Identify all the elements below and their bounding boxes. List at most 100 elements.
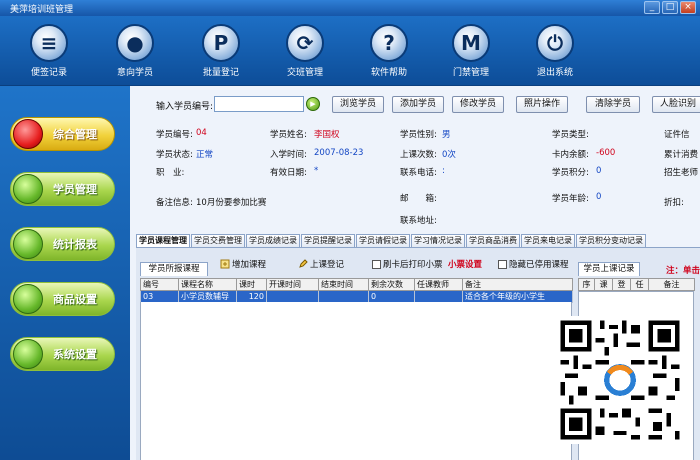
edit-student-button[interactable]: 修改学员 — [452, 96, 504, 113]
add-course-button[interactable]: 增加课程 — [220, 258, 266, 270]
toolbar-label: 交班管理 — [286, 68, 323, 78]
tab-calls[interactable]: 学员来电记录 — [521, 234, 575, 247]
column-header[interactable]: 课 — [594, 278, 613, 291]
toolbar-access-button[interactable]: M 门禁管理 — [436, 24, 506, 78]
sidebar-item-reports[interactable]: 统计报表 — [10, 227, 115, 261]
toolbar-prospects-button[interactable]: ● 意向学员 — [100, 24, 170, 78]
info-label: 折扣: — [664, 198, 684, 208]
column-header[interactable]: 开课时间 — [266, 278, 319, 291]
info-label: 上课次数: — [400, 150, 437, 160]
close-button[interactable]: × — [680, 1, 696, 14]
info-label: 证件信 — [664, 130, 690, 140]
minimize-button[interactable]: _ — [644, 1, 660, 14]
enroll-date-value: 2007-08-23 — [314, 148, 364, 158]
receipt-settings-link[interactable]: 小票设置 — [448, 258, 482, 270]
print-receipt-checkbox[interactable]: 刷卡后打印小票 — [372, 258, 443, 270]
tab-points[interactable]: 学员积分变动记录 — [576, 234, 646, 247]
phone-value: : — [442, 166, 445, 176]
search-go-icon[interactable]: ▶ — [306, 97, 320, 111]
p-letter-icon: P — [202, 24, 240, 62]
toolbar-label: 退出系统 — [536, 68, 573, 78]
column-header[interactable]: 剩余次数 — [368, 278, 415, 291]
info-label: 学员年龄: — [552, 194, 589, 204]
attendance-note: 注：单击 — [666, 266, 700, 276]
search-label: 输入学员编号: — [156, 102, 214, 112]
add-student-button[interactable]: 添加学员 — [392, 96, 444, 113]
table-header: 编号 课程名称 课时 开课时间 结束时间 剩余次数 任课教师 备注 — [140, 278, 573, 291]
tab-study[interactable]: 学习情况记录 — [411, 234, 465, 247]
search-bar: 输入学员编号: ▶ 浏览学员 添加学员 修改学员 照片操作 清除学员 人脸识别 — [130, 94, 700, 116]
info-label: 累计消费 — [664, 150, 699, 160]
status-value: 正常 — [196, 150, 214, 160]
table-cell: 03 — [140, 290, 179, 303]
sidebar-item-label: 商品设置 — [53, 293, 97, 306]
notepad-icon: ≡ — [30, 24, 68, 62]
sidebar-item-overview[interactable]: 综合管理 — [10, 117, 115, 151]
green-orb-icon — [13, 339, 43, 369]
sidebar-item-label: 系统设置 — [53, 348, 97, 361]
column-header[interactable]: 课程名称 — [178, 278, 237, 291]
sidebar-item-label: 统计报表 — [53, 238, 97, 251]
tab-reminders[interactable]: 学员提醒记录 — [301, 234, 355, 247]
toolbar-help-button[interactable]: ? 软件帮助 — [354, 24, 424, 78]
maximize-button[interactable]: □ — [662, 1, 678, 14]
attendance-table: 序 课 登 任 备注 — [578, 278, 695, 291]
table-header: 序 课 登 任 备注 — [578, 278, 695, 291]
add-course-label: 增加课程 — [232, 260, 267, 270]
tab-course-management[interactable]: 学员课程管理 — [136, 234, 190, 247]
face-recognition-button[interactable]: 人脸识别 — [652, 96, 700, 113]
toolbar-label: 软件帮助 — [370, 68, 407, 78]
sidebar-item-products[interactable]: 商品设置 — [10, 282, 115, 316]
checkin-button[interactable]: 上课登记 — [298, 258, 344, 270]
toolbar-notes-button[interactable]: ≡ 便签记录 — [14, 24, 84, 78]
card-balance-value: -600 — [596, 148, 616, 158]
table-row[interactable]: 03 小学员数辅导 120 0 适合各个年级的小学生 — [140, 290, 573, 303]
column-header[interactable]: 备注 — [648, 278, 695, 291]
column-header[interactable]: 课时 — [236, 278, 267, 291]
sidebar-item-students[interactable]: 学员管理 — [10, 172, 115, 206]
tab-grades[interactable]: 学员成绩记录 — [246, 234, 300, 247]
refresh-icon: ⟳ — [286, 24, 324, 62]
info-label: 学员编号: — [156, 130, 193, 140]
tab-enrolled-courses[interactable]: 学员所报课程 — [140, 262, 208, 276]
sidebar-item-settings[interactable]: 系统设置 — [10, 337, 115, 371]
info-label: 职 业: — [156, 168, 185, 178]
gender-value: 男 — [442, 130, 451, 140]
sidebar: 综合管理 学员管理 统计报表 商品设置 系统设置 — [0, 86, 130, 460]
clear-student-button[interactable]: 清除学员 — [586, 96, 640, 113]
column-header[interactable]: 任课教师 — [414, 278, 463, 291]
browse-students-button[interactable]: 浏览学员 — [332, 96, 384, 113]
print-receipt-label: 刷卡后打印小票 — [383, 260, 443, 270]
tab-leave[interactable]: 学员请假记录 — [356, 234, 410, 247]
column-header[interactable]: 备注 — [462, 278, 573, 291]
sidebar-item-label: 学员管理 — [53, 183, 97, 196]
user-icon: ● — [116, 24, 154, 62]
column-header[interactable]: 登 — [612, 278, 631, 291]
checkbox-icon — [372, 259, 381, 269]
tab-attendance-records[interactable]: 学员上课记录 — [578, 262, 640, 276]
student-id-input[interactable] — [214, 96, 304, 112]
info-label: 入学时间: — [270, 150, 307, 160]
column-header[interactable]: 结束时间 — [318, 278, 369, 291]
sidebar-item-label: 综合管理 — [53, 128, 97, 141]
column-header[interactable]: 任 — [630, 278, 649, 291]
m-letter-icon: M — [452, 24, 490, 62]
column-header[interactable]: 编号 — [140, 278, 179, 291]
toolbar-label: 意向学员 — [116, 68, 153, 78]
points-value: 0 — [596, 166, 602, 176]
toolbar-shift-button[interactable]: ⟳ 交班管理 — [270, 24, 340, 78]
qr-code-image — [556, 316, 684, 444]
hide-disabled-checkbox[interactable]: 隐藏已停用课程 — [498, 258, 569, 270]
class-count-value: 0次 — [442, 150, 456, 160]
hide-disabled-label: 隐藏已停用课程 — [509, 260, 569, 270]
qr-code — [556, 316, 684, 444]
toolbar-exit-button[interactable]: ⏻ 退出系统 — [520, 24, 590, 78]
course-table: 编号 课程名称 课时 开课时间 结束时间 剩余次数 任课教师 备注 03 小学员… — [140, 278, 573, 303]
toolbar-batch-register-button[interactable]: P 批量登记 — [186, 24, 256, 78]
tab-payment[interactable]: 学员交费管理 — [191, 234, 245, 247]
table-cell: 120 — [236, 290, 267, 303]
window-controls: _ □ × — [644, 1, 696, 14]
photo-button[interactable]: 照片操作 — [516, 96, 568, 113]
tab-products[interactable]: 学员商品消费 — [466, 234, 520, 247]
column-header[interactable]: 序 — [578, 278, 595, 291]
